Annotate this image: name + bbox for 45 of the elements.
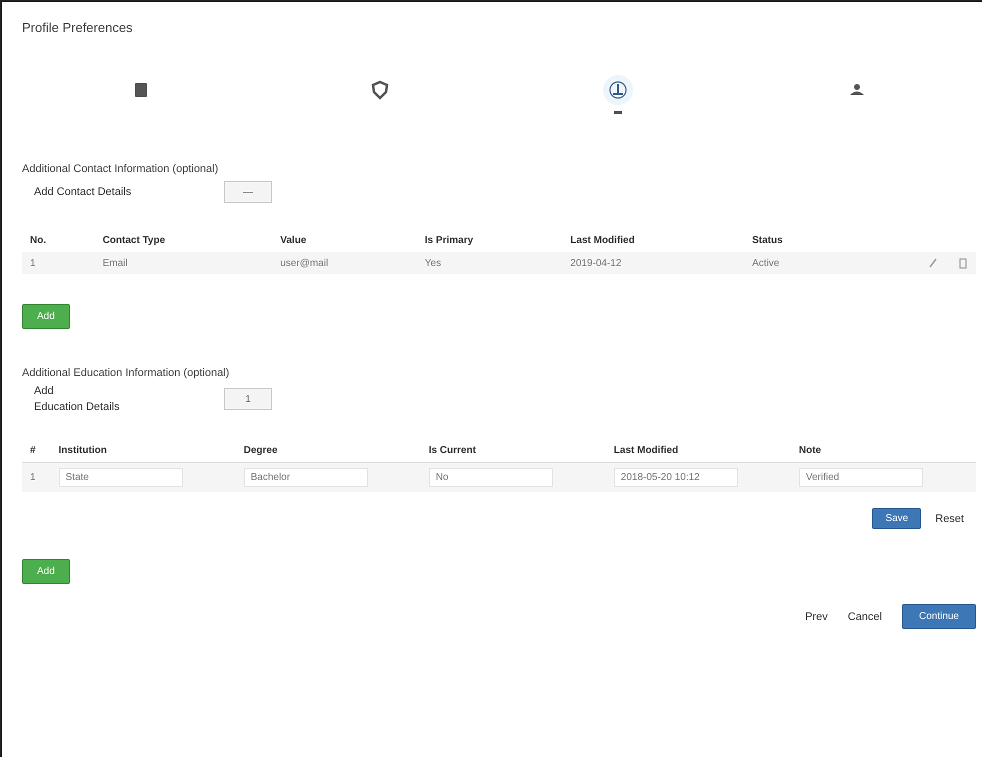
add-button[interactable]: Add — [22, 559, 70, 584]
table-cell: 1 — [22, 252, 95, 274]
select-field[interactable]: 1 — [224, 388, 272, 410]
reset-link[interactable]: Reset — [935, 512, 964, 524]
column-header: Note — [790, 439, 976, 462]
column-header: # — [22, 439, 50, 462]
column-header: No. — [22, 229, 95, 252]
field-label: Education Details — [34, 401, 121, 413]
column-header: Status — [744, 229, 850, 252]
select-field[interactable]: — — [224, 181, 272, 203]
table-cell: 1 — [22, 462, 50, 492]
shield-icon — [370, 80, 390, 100]
table-cell: user@mail — [272, 252, 417, 274]
column-header: Last Modified — [606, 439, 791, 462]
table-cell: Yes — [416, 252, 562, 274]
section-heading: Additional Education Information (optional) — [22, 367, 230, 379]
prev-link[interactable]: Prev — [805, 610, 828, 622]
save-button[interactable]: Save — [872, 508, 922, 529]
step-button[interactable] — [603, 75, 634, 105]
anchor-icon — [608, 80, 628, 100]
column-header: Degree — [236, 439, 421, 462]
input-field[interactable]: Verified — [798, 468, 923, 487]
column-header: Institution — [50, 439, 236, 462]
table-cell: 2019-04-12 — [562, 252, 744, 274]
input-field[interactable]: State — [58, 468, 182, 487]
table-cell: Email — [94, 252, 272, 274]
input-field[interactable]: 2018-05-20 10:12 — [614, 468, 738, 487]
continue-button[interactable]: Continue — [902, 604, 976, 629]
input-field[interactable]: No — [428, 468, 553, 487]
delete-icon[interactable] — [958, 257, 968, 269]
column-header: Is Primary — [416, 229, 562, 252]
add-button[interactable]: Add — [22, 304, 70, 329]
active-step-indicator — [614, 111, 622, 114]
field-label: Add Contact Details — [34, 186, 132, 198]
cancel-link[interactable]: Cancel — [848, 610, 882, 622]
column-header: Contact Type — [94, 229, 272, 252]
table-cell: Active — [744, 252, 850, 274]
edit-icon[interactable] — [928, 257, 938, 269]
section-heading: Additional Contact Information (optional) — [22, 163, 220, 175]
input-field[interactable]: Bachelor — [244, 468, 368, 487]
column-header: Value — [272, 229, 417, 252]
column-header: Last Modified — [562, 229, 744, 252]
column-header: Is Current — [420, 439, 606, 462]
page-title: Profile Preferences — [22, 20, 134, 35]
field-label: Add — [34, 385, 55, 397]
